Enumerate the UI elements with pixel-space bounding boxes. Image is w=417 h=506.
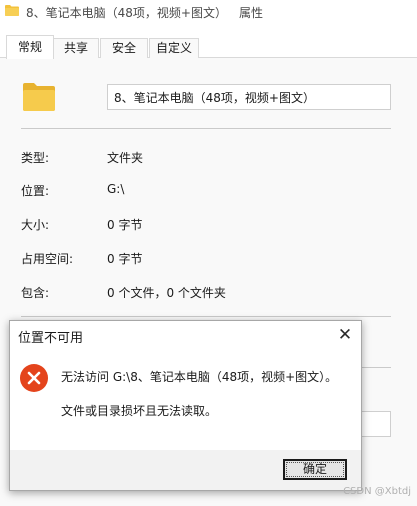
folder-icon <box>5 5 19 16</box>
divider <box>21 128 391 129</box>
type-value: 文件夹 <box>107 151 144 165</box>
divider <box>21 316 391 317</box>
tab-security[interactable]: 安全 <box>100 38 148 58</box>
tab-sharing[interactable]: 共享 <box>53 38 99 58</box>
window-title-name: 8、笔记本电脑（48项，视频+图文） <box>26 6 227 20</box>
size-on-disk-value: 0 字节 <box>107 252 143 266</box>
folder-name-input[interactable] <box>107 84 391 110</box>
tab-customize[interactable]: 自定义 <box>149 38 199 58</box>
type-label: 类型: <box>21 151 50 165</box>
error-dialog: 位置不可用 ✕ 无法访问 G:\8、笔记本电脑（48项，视频+图文）。 文件或目… <box>9 320 362 491</box>
window-title-suffix: 属性 <box>238 6 263 20</box>
contains-value: 0 个文件，0 个文件夹 <box>107 286 226 300</box>
error-detail: 文件或目录损坏且无法读取。 <box>61 404 218 418</box>
error-message: 无法访问 G:\8、笔记本电脑（48项，视频+图文）。 <box>61 370 338 384</box>
watermark: CSDN @Xbtdj <box>343 486 411 497</box>
error-icon <box>20 364 48 392</box>
dialog-title: 位置不可用 <box>18 331 84 346</box>
title-bar: 8、笔记本电脑（48项，视频+图文） 属性 <box>0 0 417 24</box>
size-on-disk-label: 占用空间: <box>21 252 74 266</box>
size-label: 大小: <box>21 218 50 232</box>
window-title: 8、笔记本电脑（48项，视频+图文） 属性 <box>26 4 263 21</box>
location-label: 位置: <box>21 184 50 198</box>
ok-button[interactable]: 确定 <box>283 459 347 480</box>
location-value: G:\ <box>107 182 125 196</box>
close-icon[interactable]: ✕ <box>336 326 354 344</box>
size-value: 0 字节 <box>107 218 143 232</box>
folder-large-icon <box>22 82 56 112</box>
contains-label: 包含: <box>21 286 50 300</box>
tab-general[interactable]: 常规 <box>6 35 54 59</box>
dialog-footer: 确定 <box>10 450 361 490</box>
